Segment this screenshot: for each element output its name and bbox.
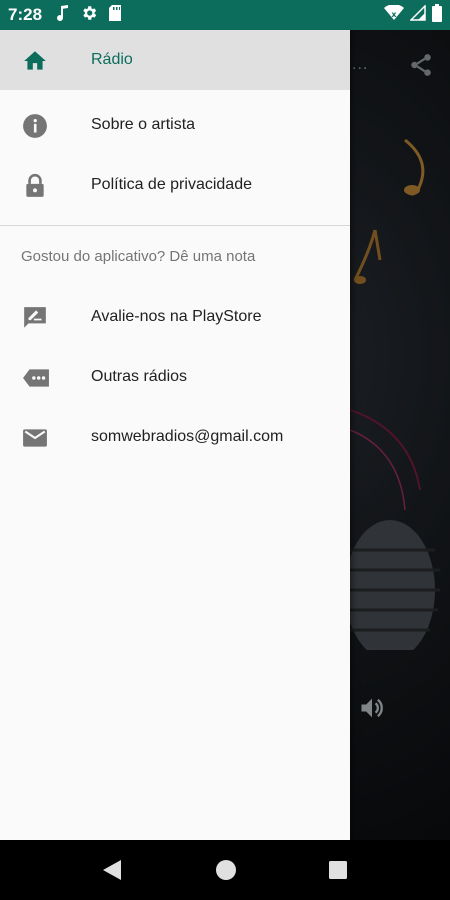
- drawer-item-rate-playstore[interactable]: Avalie-nos na PlayStore: [0, 287, 350, 347]
- home-circle-icon[interactable]: [215, 858, 237, 887]
- lock-icon: [22, 173, 48, 199]
- info-icon: [22, 113, 48, 139]
- more-label-icon: [22, 365, 49, 391]
- drawer-item-label: Avalie-nos na PlayStore: [91, 308, 262, 325]
- wifi-icon: x: [384, 3, 404, 26]
- rate-section-header: Gostou do aplicativo? Dê uma nota: [21, 248, 256, 265]
- email-icon: [22, 425, 48, 451]
- drawer-divider: [0, 225, 350, 226]
- recents-icon[interactable]: [327, 858, 349, 887]
- drawer-item-privacy-policy[interactable]: Política de privacidade: [0, 155, 350, 215]
- drawer-item-label: Política de privacidade: [91, 176, 252, 193]
- status-time: 7:28: [8, 5, 43, 24]
- drawer-item-label: Sobre o artista: [91, 116, 196, 133]
- drawer-item-label: Outras rádios: [91, 368, 188, 385]
- drawer-scrim[interactable]: [350, 30, 450, 840]
- status-bar: 7:28 x: [0, 0, 450, 30]
- drawer-item-label: somwebradios@gmail.com: [91, 428, 284, 445]
- system-nav-bar: [0, 840, 450, 900]
- gear-icon: [80, 4, 98, 27]
- music-note-icon: [56, 4, 70, 27]
- drawer-item-other-radios[interactable]: Outras rádios: [0, 347, 350, 407]
- back-icon[interactable]: [101, 858, 123, 887]
- home-icon: [22, 48, 48, 74]
- rate-review-icon: [22, 305, 48, 331]
- status-icons-right: x: [384, 3, 442, 27]
- sd-card-icon: [108, 4, 122, 27]
- screen: 7:28 x ... Rádio Sobre o artista Polític…: [0, 0, 450, 900]
- drawer-item-label: Rádio: [91, 51, 133, 68]
- navigation-drawer: Rádio Sobre o artista Política de privac…: [0, 30, 350, 840]
- battery-icon: [432, 3, 442, 27]
- drawer-item-about-artist[interactable]: Sobre o artista: [0, 95, 350, 155]
- signal-icon: [409, 3, 426, 26]
- drawer-item-email[interactable]: somwebradios@gmail.com: [0, 407, 350, 467]
- drawer-item-radio[interactable]: Rádio: [0, 30, 350, 90]
- svg-text:x: x: [391, 10, 397, 19]
